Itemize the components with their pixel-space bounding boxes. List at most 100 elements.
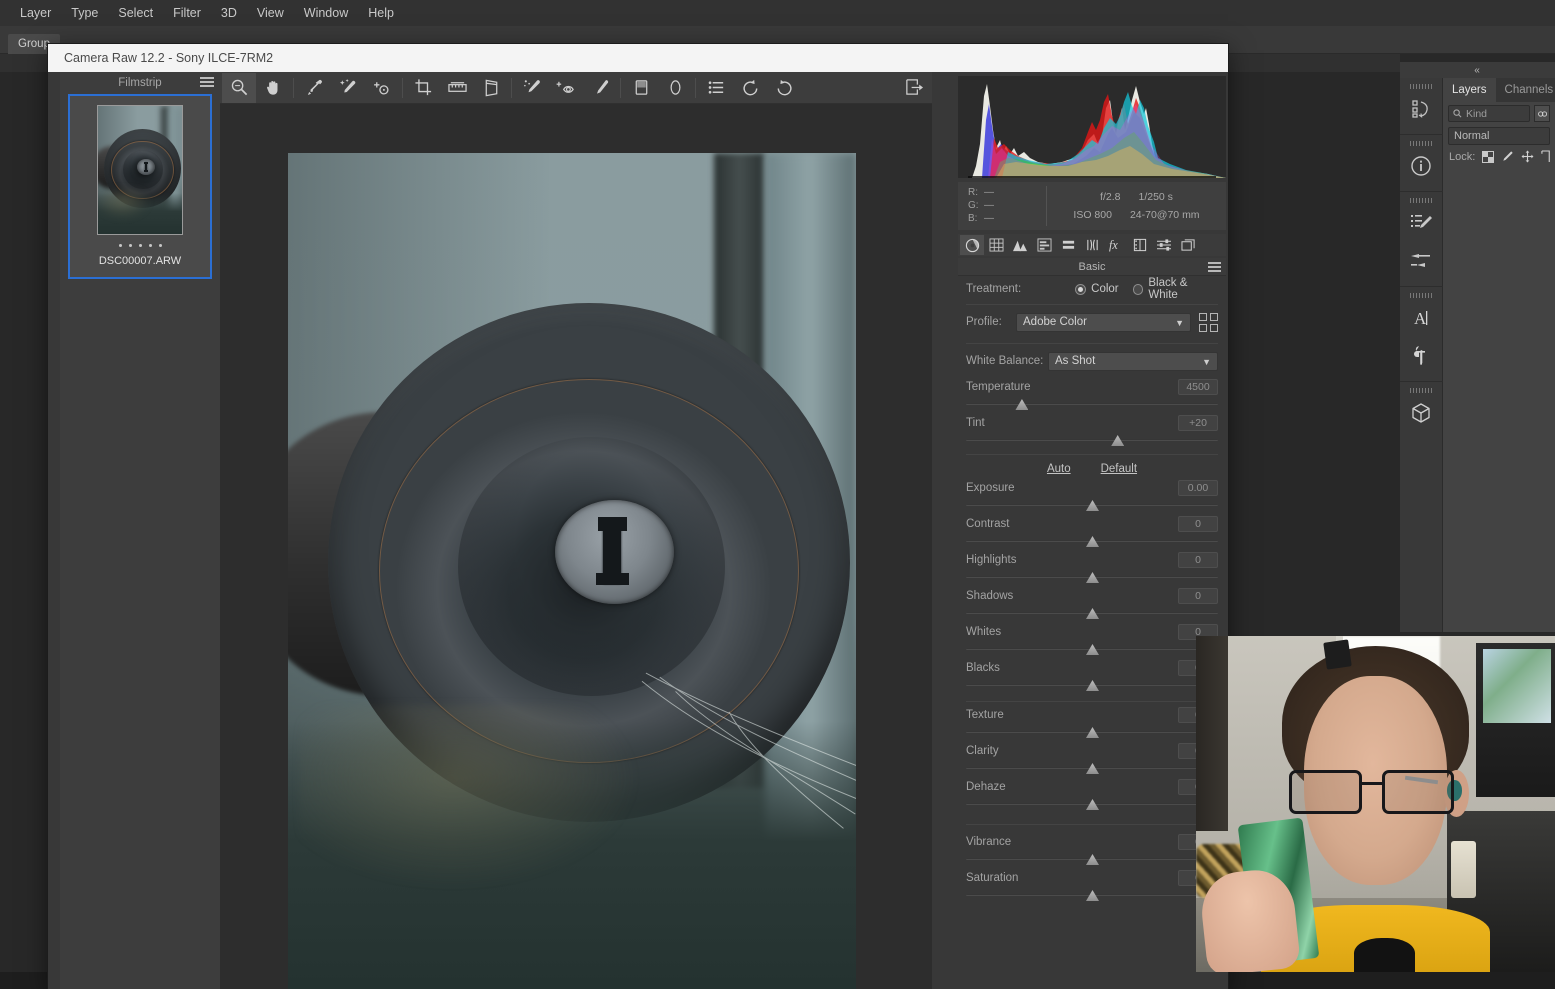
filmstrip-menu-icon[interactable] (200, 77, 214, 88)
default-button[interactable]: Default (1101, 463, 1137, 475)
presets-panel-tab[interactable] (1152, 235, 1176, 255)
lens-corrections-panel-tab[interactable] (1080, 235, 1104, 255)
slider-value-contrast[interactable]: 0 (1178, 516, 1218, 532)
slider-track-texture[interactable] (966, 726, 1218, 740)
slider-track-exposure[interactable] (966, 499, 1218, 513)
rail-grip[interactable] (1410, 293, 1432, 298)
paragraph-icon[interactable] (1400, 337, 1443, 375)
histogram[interactable] (958, 76, 1226, 178)
hsl-panel-tab[interactable] (1032, 235, 1056, 255)
menu-item-type[interactable]: Type (61, 3, 108, 23)
slider-value-shadows[interactable]: 0 (1178, 588, 1218, 604)
graduated-filter-tool-icon[interactable] (624, 73, 658, 103)
filmstrip-thumbnail-item[interactable]: DSC00007.ARW (68, 94, 212, 279)
thumbnail-rating-dots[interactable] (118, 244, 162, 247)
preview-area[interactable] (220, 104, 932, 989)
slider-track-vibrance[interactable] (966, 853, 1218, 867)
3d-icon[interactable] (1400, 394, 1443, 432)
tab-channels[interactable]: Channels (1496, 78, 1555, 102)
slider-track-saturation[interactable] (966, 889, 1218, 903)
character-icon[interactable]: A (1400, 299, 1443, 337)
white-balance-tool-icon[interactable] (297, 73, 331, 103)
rail-grip[interactable] (1410, 388, 1432, 393)
menu-item-view[interactable]: View (247, 3, 294, 23)
camera-raw-toolbar (220, 72, 932, 104)
slider-value-tint[interactable]: +20 (1178, 415, 1218, 431)
info-icon[interactable] (1400, 147, 1443, 185)
slider-header-texture: Texture 0 (958, 704, 1226, 726)
crop-tool-icon[interactable] (406, 73, 440, 103)
hand-tool-icon[interactable] (256, 73, 290, 103)
lock-position-icon[interactable] (1521, 150, 1534, 163)
slider-track-tint[interactable] (966, 434, 1218, 448)
menu-item-filter[interactable]: Filter (163, 3, 211, 23)
slider-value-temperature[interactable]: 4500 (1178, 379, 1218, 395)
split-toning-panel-tab[interactable] (1056, 235, 1080, 255)
adjustments-icon[interactable] (1400, 242, 1443, 280)
slider-label-texture: Texture (966, 709, 1004, 721)
toggle-filmstrip-icon[interactable] (904, 72, 924, 102)
blend-mode-select[interactable]: Normal (1448, 127, 1550, 145)
profile-browser-button[interactable] (1199, 312, 1218, 332)
targeted-adjustment-tool-icon[interactable] (365, 73, 399, 103)
lock-image-pixels-icon[interactable] (1501, 150, 1514, 163)
red-eye-removal-tool-icon[interactable] (549, 73, 583, 103)
menu-item-window[interactable]: Window (294, 3, 358, 23)
lock-artboard-nesting-icon[interactable] (1541, 150, 1552, 163)
slider-value-highlights[interactable]: 0 (1178, 552, 1218, 568)
effects-panel-tab[interactable]: fx (1104, 235, 1128, 255)
straighten-tool-icon[interactable] (440, 73, 474, 103)
rotate-cw-icon[interactable] (767, 73, 801, 103)
panel-menu-icon[interactable] (1208, 262, 1221, 272)
menu-item-help[interactable]: Help (358, 3, 404, 23)
tab-layers[interactable]: Layers (1443, 78, 1496, 102)
rotate-ccw-icon[interactable] (733, 73, 767, 103)
exif-readout: f/2.8 1/250 s ISO 800 24-70@70 mm (1047, 182, 1226, 230)
spot-removal-tool-icon[interactable] (515, 73, 549, 103)
brush-presets-icon[interactable] (1400, 204, 1443, 242)
raw-image-preview[interactable] (288, 153, 856, 989)
menu-item-select[interactable]: Select (108, 3, 163, 23)
rail-grip[interactable] (1410, 198, 1432, 203)
rail-grip[interactable] (1410, 84, 1432, 89)
treatment-label: Treatment: (966, 283, 1022, 295)
menu-item-3d[interactable]: 3D (211, 3, 247, 23)
transform-tool-icon[interactable] (474, 73, 508, 103)
auto-default-row: Auto Default (958, 457, 1226, 477)
slider-track-dehaze[interactable] (966, 798, 1218, 812)
profile-select[interactable]: Adobe Color ▼ (1016, 312, 1191, 332)
slider-track-whites[interactable] (966, 643, 1218, 657)
slider-track-clarity[interactable] (966, 762, 1218, 776)
zoom-tool-icon[interactable] (222, 72, 256, 103)
treatment-color-radio[interactable]: Color (1075, 283, 1119, 295)
basic-panel-tab[interactable] (960, 235, 984, 255)
layer-filter-input[interactable]: Kind (1448, 105, 1530, 122)
menu-item-layer[interactable]: Layer (10, 3, 61, 23)
treatment-color-label: Color (1091, 283, 1119, 295)
slider-value-exposure[interactable]: 0.00 (1178, 480, 1218, 496)
color-sampler-tool-icon[interactable] (331, 73, 365, 103)
snapshots-panel-tab[interactable] (1176, 235, 1200, 255)
calibration-panel-tab[interactable] (1128, 235, 1152, 255)
adjustment-brush-tool-icon[interactable] (583, 73, 617, 103)
lock-transparent-pixels-icon[interactable] (1482, 150, 1495, 163)
chevron-down-icon: ▼ (1202, 356, 1211, 367)
filter-toggle-button[interactable] (1534, 105, 1550, 122)
radial-filter-tool-icon[interactable] (658, 73, 692, 103)
dock-collapse-button[interactable]: « (1400, 62, 1555, 78)
slider-track-temperature[interactable] (966, 398, 1218, 412)
rail-grip[interactable] (1410, 141, 1432, 146)
camera-raw-dialog: Camera Raw 12.2 - Sony ILCE-7RM2 Filmstr… (48, 44, 1228, 989)
detail-panel-tab[interactable] (1008, 235, 1032, 255)
treatment-bw-radio[interactable]: Black & White (1132, 277, 1218, 301)
history-icon[interactable] (1400, 90, 1443, 128)
slider-header-shadows: Shadows 0 (958, 585, 1226, 607)
slider-track-highlights[interactable] (966, 571, 1218, 585)
slider-track-contrast[interactable] (966, 535, 1218, 549)
preferences-icon[interactable] (699, 73, 733, 103)
tone-curve-panel-tab[interactable] (984, 235, 1008, 255)
white-balance-select[interactable]: As Shot ▼ (1048, 351, 1218, 371)
slider-track-shadows[interactable] (966, 607, 1218, 621)
slider-track-blacks[interactable] (966, 679, 1218, 693)
auto-button[interactable]: Auto (1047, 463, 1071, 475)
